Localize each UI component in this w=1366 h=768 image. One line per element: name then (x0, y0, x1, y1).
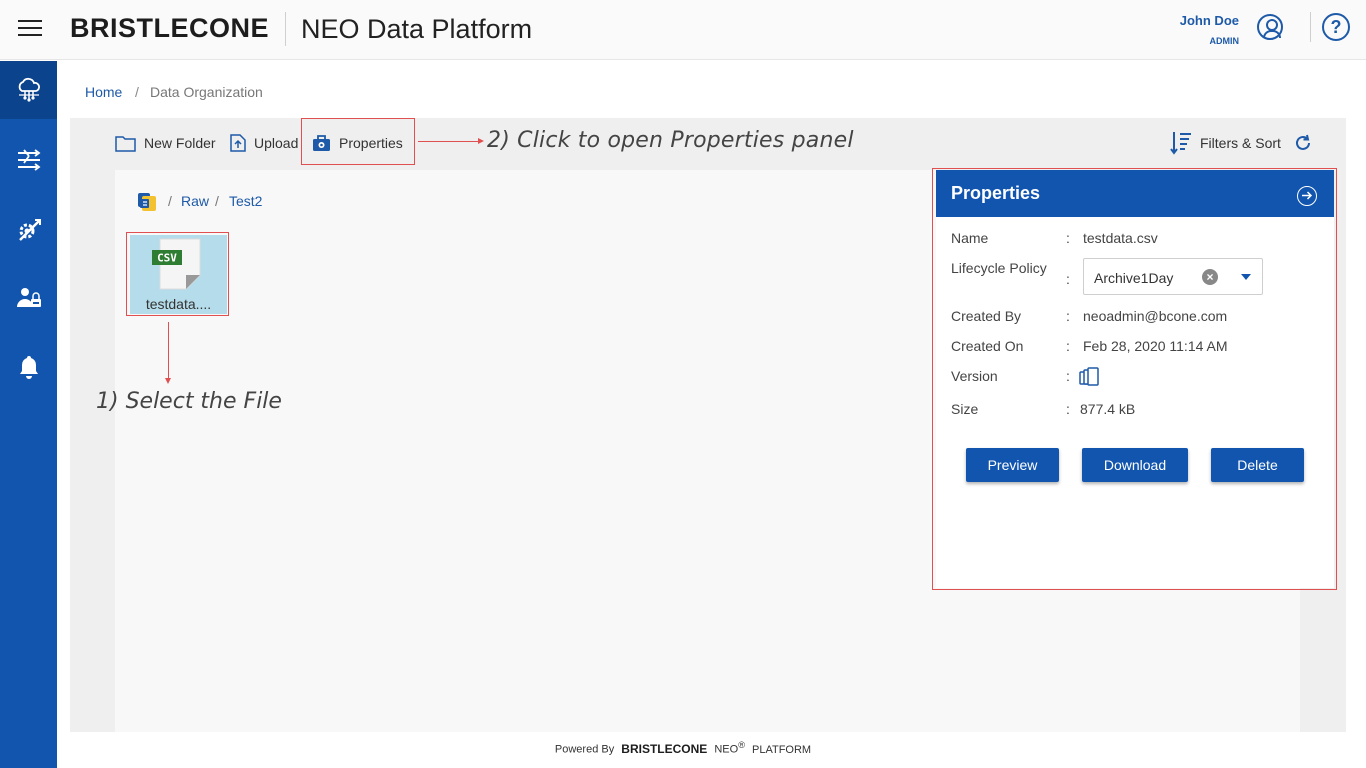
preview-button[interactable]: Preview (966, 448, 1059, 482)
properties-panel: Properties Name : testdata.csv Lifecycle… (936, 170, 1334, 588)
tools-icon (18, 219, 41, 241)
brand-logo: BRISTLECONE (70, 13, 270, 43)
app-title: NEO Data Platform (301, 14, 533, 44)
upload-icon (230, 134, 246, 152)
footer-platform: PLATFORM (752, 743, 812, 756)
delete-button[interactable]: Delete (1211, 448, 1304, 482)
footer: Powered By BRISTLECONE NEO® PLATFORM (0, 740, 1366, 756)
refresh-icon[interactable] (1293, 133, 1313, 153)
footer-powered-by: Powered By (554, 743, 615, 756)
user-role: ADMIN (1209, 36, 1240, 46)
upload-button[interactable]: Upload (230, 133, 298, 153)
footer-neo: NEO (714, 743, 739, 756)
created-on-value: Feb 28, 2020 11:14 AM (1083, 338, 1228, 354)
lifecycle-policy-value: Archive1Day (1094, 270, 1174, 286)
close-panel-icon[interactable] (1297, 186, 1317, 206)
user-access-icon (16, 288, 41, 307)
size-label: Size (951, 401, 979, 417)
upload-label: Upload (254, 135, 299, 151)
footer-brand: BRISTLECONE (621, 741, 708, 756)
annotation-step-1: 1) Select the File (96, 389, 282, 414)
size-value: 877.4 kB (1080, 401, 1136, 417)
help-icon[interactable]: ? (1322, 13, 1350, 41)
sidebar-item-data-organization[interactable] (0, 61, 57, 119)
path-segment-test2[interactable]: Test2 (229, 193, 262, 209)
user-name[interactable]: John Doe (1180, 13, 1239, 28)
colon: : (1066, 368, 1070, 384)
properties-panel-title: Properties (951, 183, 1041, 203)
name-value: testdata.csv (1083, 230, 1158, 246)
colon: : (1066, 401, 1070, 417)
file-name[interactable]: testdata.... (130, 296, 227, 312)
sidebar-item-notifications[interactable] (0, 338, 57, 396)
clear-icon[interactable]: × (1202, 269, 1218, 285)
version-label: Version (951, 368, 998, 384)
folder-icon (115, 136, 136, 152)
sidebar-item-tools[interactable] (0, 201, 57, 259)
csv-file-icon: CSV (152, 238, 201, 290)
user-circle-icon[interactable] (1257, 14, 1283, 40)
sidebar-item-pipelines[interactable] (0, 131, 57, 189)
new-folder-label: New Folder (144, 135, 216, 151)
created-by-value: neoadmin@bcone.com (1083, 308, 1228, 324)
annotation-highlight-properties (301, 118, 415, 165)
created-on-label: Created On (951, 338, 1024, 354)
csv-badge: CSV (157, 252, 177, 265)
dropdown-arrow-icon[interactable] (1241, 274, 1251, 280)
annotation-arrow-down (165, 322, 171, 384)
filters-sort-label: Filters & Sort (1200, 135, 1281, 151)
sidebar (0, 61, 57, 768)
header-divider (285, 12, 286, 46)
arrow-right-icon (1302, 191, 1313, 200)
breadcrumb-home[interactable]: Home (85, 84, 122, 100)
pipelines-icon (17, 149, 40, 171)
sort-icon (1170, 132, 1191, 155)
colon: : (1066, 308, 1070, 324)
colon: : (1066, 338, 1070, 354)
footer-registered: ® (738, 740, 745, 750)
header-divider-right (1310, 12, 1311, 42)
lifecycle-policy-label: Lifecycle Policy (951, 260, 1047, 276)
versions-icon[interactable] (1079, 367, 1101, 387)
annotation-step-2: 2) Click to open Properties panel (487, 128, 854, 153)
new-folder-button[interactable]: New Folder (115, 133, 216, 153)
breadcrumb-current: Data Organization (150, 84, 263, 100)
cloud-network-icon (18, 77, 40, 102)
breadcrumb-separator: / (135, 84, 139, 100)
download-button[interactable]: Download (1082, 448, 1188, 482)
filters-sort-button[interactable]: Filters & Sort (1170, 131, 1281, 155)
sidebar-item-user-access[interactable] (0, 269, 57, 327)
repository-icon[interactable] (136, 191, 160, 213)
path-segment-raw[interactable]: Raw (181, 193, 209, 209)
hamburger-menu-icon[interactable] (18, 20, 42, 38)
path-separator: / (215, 193, 219, 209)
created-by-label: Created By (951, 308, 1022, 324)
annotation-arrow-right (418, 138, 484, 144)
bell-icon (19, 356, 38, 379)
colon: : (1066, 230, 1070, 246)
lifecycle-policy-select[interactable]: Archive1Day × (1083, 258, 1263, 295)
path-separator: / (168, 193, 172, 209)
app-header: BRISTLECONE NEO Data Platform John Doe A… (0, 0, 1366, 60)
name-label: Name (951, 230, 989, 246)
properties-panel-header: Properties (936, 170, 1334, 217)
colon: : (1066, 271, 1070, 287)
